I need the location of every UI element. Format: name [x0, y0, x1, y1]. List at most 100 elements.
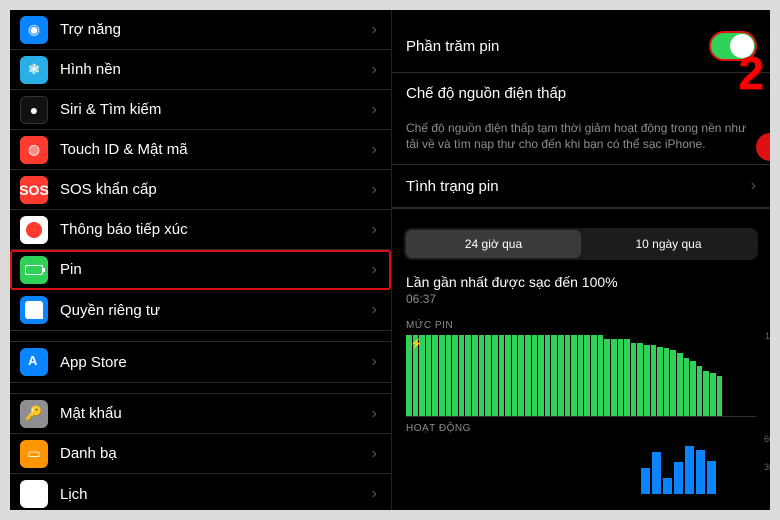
activity-bar	[652, 452, 661, 494]
passwords-label: Mật khẩu	[60, 405, 372, 422]
settings-row-siri[interactable]: ●Siri & Tìm kiếm›	[10, 90, 391, 130]
activity-bar	[674, 462, 683, 495]
settings-group-1: App Store›	[10, 341, 391, 383]
chevron-right-icon: ›	[372, 101, 377, 119]
settings-row-battery[interactable]: Pin›	[10, 250, 391, 290]
contacts-icon: ▭	[20, 440, 48, 468]
time-range-segment[interactable]: 24 giờ qua 10 ngày qua	[404, 228, 758, 260]
wallpaper-label: Hình nền	[60, 61, 372, 78]
last-charge-time: 06:37	[392, 292, 770, 314]
battery-level-bar	[499, 335, 505, 416]
annotation-step-2: 2	[738, 46, 764, 100]
chevron-right-icon: ›	[372, 181, 377, 199]
touchid-icon: ◍	[20, 136, 48, 164]
activity-label: HOẠT ĐỘNG	[392, 417, 770, 438]
appstore-icon	[20, 348, 48, 376]
row-low-power-mode[interactable]: Chế độ nguồn điện thấp	[392, 73, 770, 114]
battery-level-bar	[690, 361, 696, 416]
settings-row-passwords[interactable]: 🔑 Mật khẩu›	[10, 394, 391, 434]
passwords-icon: 🔑	[20, 400, 48, 428]
battery-level-bar	[611, 339, 617, 416]
settings-list: 1 ◉Trợ năng›❃Hình nền›●Siri & Tìm kiếm›◍…	[10, 10, 392, 510]
settings-row-wallpaper[interactable]: ❃ Hình nền›	[10, 50, 391, 90]
settings-row-appstore[interactable]: App Store›	[10, 342, 391, 382]
settings-row-privacy[interactable]: Quyền riêng tư›	[10, 290, 391, 330]
segment-10d[interactable]: 10 ngày qua	[581, 230, 756, 258]
battery-level-bar	[578, 335, 584, 416]
row-battery-health[interactable]: Tình trạng pin ›	[392, 165, 770, 208]
battery-level-bar	[558, 335, 564, 416]
battery-level-bar	[703, 371, 709, 416]
battery-level-bar	[657, 347, 663, 417]
exposure-icon	[20, 216, 48, 244]
battery-percentage-label: Phần trăm pin	[406, 38, 710, 55]
chevron-right-icon: ›	[751, 177, 756, 195]
touchid-label: Touch ID & Mật mã	[60, 141, 372, 158]
battery-level-bar	[584, 335, 590, 416]
low-power-mode-description: Chế độ nguồn điện thấp tạm thời giảm hoạ…	[392, 114, 770, 164]
charging-bolt-icon: ⚡	[410, 339, 422, 350]
battery-level-bar	[432, 335, 438, 416]
battery-settings-pane: 2 Phần trăm pin Chế độ nguồn điện thấp C…	[392, 10, 770, 510]
battery-level-bar	[512, 335, 518, 416]
siri-icon: ●	[20, 96, 48, 124]
battery-level-bar	[591, 335, 597, 416]
battery-level-bar	[505, 335, 511, 416]
battery-level-bar	[525, 335, 531, 416]
activity-bar	[696, 450, 705, 495]
battery-health-label: Tình trạng pin	[406, 178, 751, 195]
battery-level-bar	[717, 376, 723, 417]
battery-level-bar	[624, 339, 630, 416]
battery-level-bar	[651, 345, 657, 416]
battery-level-chart: ⚡ 100% 50%	[406, 335, 756, 417]
battery-level-bar	[710, 373, 716, 417]
privacy-label: Quyền riêng tư	[60, 302, 372, 319]
activity-bar	[685, 446, 694, 495]
battery-label: Pin	[60, 261, 372, 278]
battery-level-bar	[532, 335, 538, 416]
chevron-right-icon: ›	[372, 485, 377, 503]
settings-row-calendar[interactable]: ▭Lịch›	[10, 474, 391, 510]
ylabel-60: 60 phút	[764, 434, 770, 444]
battery-level-bar	[439, 335, 445, 416]
chevron-right-icon: ›	[372, 61, 377, 79]
settings-row-touchid[interactable]: ◍ Touch ID & Mật mã›	[10, 130, 391, 170]
segment-24h[interactable]: 24 giờ qua	[406, 230, 581, 258]
settings-row-contacts[interactable]: ▭ Danh bạ›	[10, 434, 391, 474]
battery-level-bar	[565, 335, 571, 416]
battery-level-bar	[664, 348, 670, 416]
settings-row-exposure[interactable]: Thông báo tiếp xúc›	[10, 210, 391, 250]
settings-row-accessibility[interactable]: ◉Trợ năng›	[10, 10, 391, 50]
battery-level-bar	[452, 335, 458, 416]
calendar-label: Lịch	[60, 486, 372, 503]
activity-bar	[707, 461, 716, 495]
battery-level-bar	[479, 335, 485, 416]
chevron-right-icon: ›	[372, 445, 377, 463]
battery-level-bar	[518, 335, 524, 416]
low-power-mode-label: Chế độ nguồn điện thấp	[406, 85, 756, 102]
ylabel-100: 100%	[765, 331, 770, 341]
settings-row-sos[interactable]: SOSSOS khẩn cấp›	[10, 170, 391, 210]
battery-level-label: MỨC PIN	[392, 314, 770, 335]
battery-level-bar	[571, 335, 577, 416]
accessibility-icon: ◉	[20, 16, 48, 44]
battery-level-bar	[551, 335, 557, 416]
battery-level-bar	[677, 353, 683, 416]
chevron-right-icon: ›	[372, 141, 377, 159]
battery-level-bar	[459, 335, 465, 416]
battery-level-bar	[604, 339, 610, 416]
battery-level-bar	[465, 335, 471, 416]
battery-level-bar	[472, 335, 478, 416]
contacts-label: Danh bạ	[60, 445, 372, 462]
wallpaper-icon: ❃	[20, 56, 48, 84]
chevron-right-icon: ›	[372, 221, 377, 239]
row-battery-percentage[interactable]: Phần trăm pin	[392, 20, 770, 73]
chevron-right-icon: ›	[372, 353, 377, 371]
battery-level-bar	[618, 339, 624, 416]
battery-level-bar	[538, 335, 544, 416]
battery-level-bar	[637, 343, 643, 416]
chevron-right-icon: ›	[372, 301, 377, 319]
chevron-right-icon: ›	[372, 405, 377, 423]
battery-icon	[20, 256, 48, 284]
chevron-right-icon: ›	[372, 21, 377, 39]
